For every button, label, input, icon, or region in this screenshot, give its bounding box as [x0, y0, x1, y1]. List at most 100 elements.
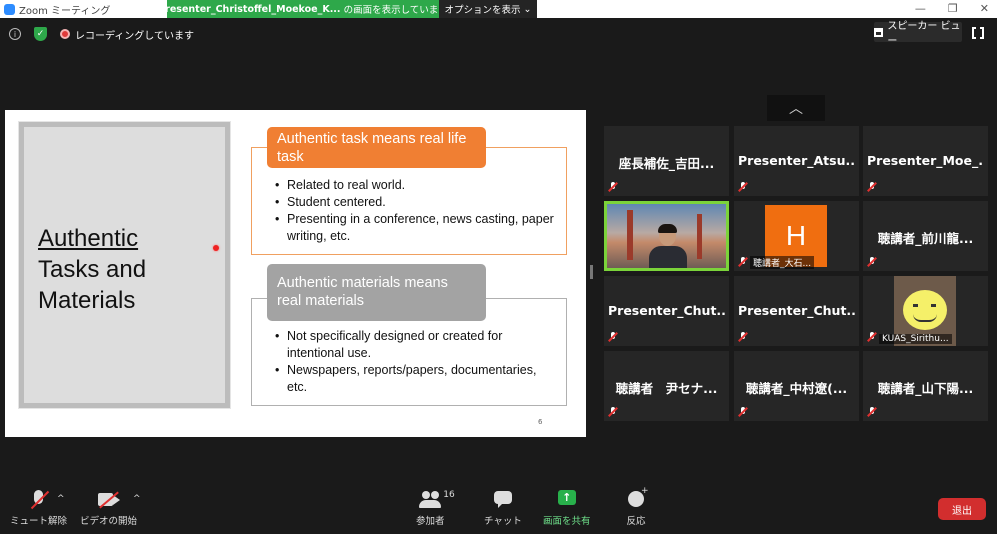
presenter-name: Presenter_Christoffel_Moekoe_K...: [167, 3, 341, 15]
mic-muted-icon: [738, 407, 748, 417]
participant-tile[interactable]: 座長補佐_吉田...: [604, 126, 729, 196]
participant-name: Presenter_Atsu...: [738, 153, 855, 168]
participant-name: 聴講者_中村遼(...: [745, 381, 848, 396]
participant-tile[interactable]: Presenter_Chut...: [604, 276, 729, 346]
microphone-muted-icon: [28, 490, 50, 510]
recording-status: レコーディングしています: [75, 31, 194, 42]
mic-muted-icon: [738, 332, 748, 342]
participants-label: 参加者: [416, 516, 445, 527]
gallery-scroll-up-button[interactable]: ︿: [767, 95, 825, 121]
slide-title-line: Materials: [38, 287, 136, 314]
window-controls: — ❐ ✕: [915, 2, 989, 15]
participant-tile[interactable]: Presenter_Chut...: [734, 276, 859, 346]
participant-tile[interactable]: 聴講者 尹セナ...: [604, 351, 729, 421]
info-icon[interactable]: i: [9, 28, 21, 40]
participant-tile[interactable]: Presenter_Atsu...: [734, 126, 859, 196]
participant-tile[interactable]: Presenter_Moe_...: [863, 126, 988, 196]
participant-name: 聴講者 尹セナ...: [615, 381, 718, 396]
zoom-logo-icon: [4, 4, 15, 15]
slide-title-line: Authentic: [38, 225, 139, 252]
mic-muted-icon: [608, 182, 618, 192]
slide-title-panel: Authentic Tasks and Materials: [18, 121, 231, 409]
share-banner-text: の画面を表示しています: [343, 5, 439, 16]
mic-muted-icon: [867, 332, 877, 342]
video-options-caret[interactable]: ^: [133, 494, 141, 504]
participants-count: 16: [443, 490, 455, 500]
close-window-button[interactable]: ✕: [980, 2, 989, 15]
speaker-view-button[interactable]: スピーカー ビュー: [874, 21, 962, 47]
list-item: Presenting in a conference, news casting…: [275, 211, 555, 245]
reactions-button[interactable]: 反応: [625, 486, 649, 527]
mic-muted-icon: [608, 407, 618, 417]
view-options-label: オプションを表示: [444, 5, 521, 16]
chat-button[interactable]: チャット: [484, 490, 522, 527]
list-item: Newspapers, reports/papers, documentarie…: [275, 362, 555, 396]
chat-icon: [492, 490, 514, 510]
share-screen-icon: [556, 490, 578, 510]
participant-tile-active-video[interactable]: [604, 201, 729, 271]
participant-name: Presenter_Moe_...: [867, 153, 984, 168]
speaker-view-label: スピーカー ビュー: [887, 21, 961, 47]
mic-muted-icon: [867, 182, 877, 192]
authentic-materials-list: Not specifically designed or created for…: [275, 328, 555, 396]
video-person: [658, 224, 677, 233]
reactions-label: 反応: [626, 516, 646, 527]
authentic-task-list: Related to real world. Student centered.…: [275, 177, 555, 245]
participant-name: 座長補佐_吉田...: [618, 156, 715, 171]
start-video-label: ビデオの開始: [80, 516, 138, 527]
meeting-top-bar: i ✓ レコーディングしています スピーカー ビュー: [0, 18, 997, 48]
title-bar: Zoom ミーティング Presenter_Christoffel_Moekoe…: [0, 0, 997, 18]
mic-muted-icon: [738, 257, 748, 267]
fullscreen-icon[interactable]: [972, 26, 984, 40]
mic-muted-icon: [608, 332, 618, 342]
share-screen-button[interactable]: 画面を共有: [543, 490, 591, 527]
restore-button[interactable]: ❐: [948, 2, 958, 15]
participants-icon: 16: [419, 490, 455, 510]
participant-name: 聴講者_山下陽...: [877, 381, 974, 396]
participant-tile[interactable]: KUAS_Sirithu...: [863, 276, 988, 346]
window-title: Zoom ミーティング: [19, 6, 111, 17]
shield-icon[interactable]: ✓: [34, 27, 47, 41]
smiley-avatar-icon: [903, 290, 947, 330]
slide-page-number: 6: [538, 418, 543, 426]
participants-button[interactable]: 16 参加者: [416, 490, 455, 527]
app-title: Zoom ミーティング: [4, 2, 110, 17]
list-item: Student centered.: [275, 194, 555, 211]
participant-name: Presenter_Chut...: [608, 303, 725, 318]
participant-tile[interactable]: 聴講者_山下陽...: [863, 351, 988, 421]
list-item: Related to real world.: [275, 177, 555, 194]
split-divider-handle[interactable]: [590, 265, 593, 279]
video-camera-off-icon: [97, 490, 120, 510]
share-screen-label: 画面を共有: [543, 516, 591, 527]
view-options-button[interactable]: オプションを表示 ⌄: [439, 0, 537, 18]
participant-name: KUAS_Sirithu...: [879, 334, 952, 344]
authentic-task-heading: Authentic task means real life task: [267, 127, 486, 168]
mic-muted-icon: [738, 182, 748, 192]
participant-name: 聴講者_前川龍...: [877, 231, 974, 246]
video-background-detail: [697, 214, 702, 259]
chat-label: チャット: [484, 516, 522, 527]
screen-share-banner: Presenter_Christoffel_Moekoe_K... の画面を表示…: [167, 0, 439, 18]
participant-name: Presenter_Chut...: [738, 303, 855, 318]
slide-title-line: Tasks and: [38, 256, 147, 283]
participant-tile[interactable]: 聴講者_前川龍...: [863, 201, 988, 271]
participant-tile[interactable]: 聴講者_中村遼(...: [734, 351, 859, 421]
chevron-up-icon: ︿: [789, 101, 803, 117]
leave-meeting-button[interactable]: 退出: [938, 498, 986, 520]
minimize-button[interactable]: —: [915, 2, 926, 15]
mic-muted-icon: [867, 407, 877, 417]
list-item: Not specifically designed or created for…: [275, 328, 555, 362]
recording-icon: [60, 29, 70, 39]
gallery-grid-icon: [874, 27, 884, 37]
laser-pointer: [213, 245, 219, 251]
audio-options-caret[interactable]: ^: [57, 494, 65, 504]
participant-tile[interactable]: H 聴講者_大石...: [734, 201, 859, 271]
authentic-materials-heading: Authentic materials means real materials: [267, 264, 486, 321]
reaction-smiley-icon: [625, 486, 649, 510]
participant-name: 聴講者_大石...: [750, 256, 815, 269]
shared-screen-slide: Authentic Tasks and Materials Authentic …: [5, 110, 586, 437]
chevron-down-icon: ⌄: [523, 3, 532, 15]
mic-muted-icon: [867, 257, 877, 267]
unmute-label: ミュート解除: [10, 516, 68, 527]
start-video-button[interactable]: ビデオの開始: [80, 490, 137, 527]
